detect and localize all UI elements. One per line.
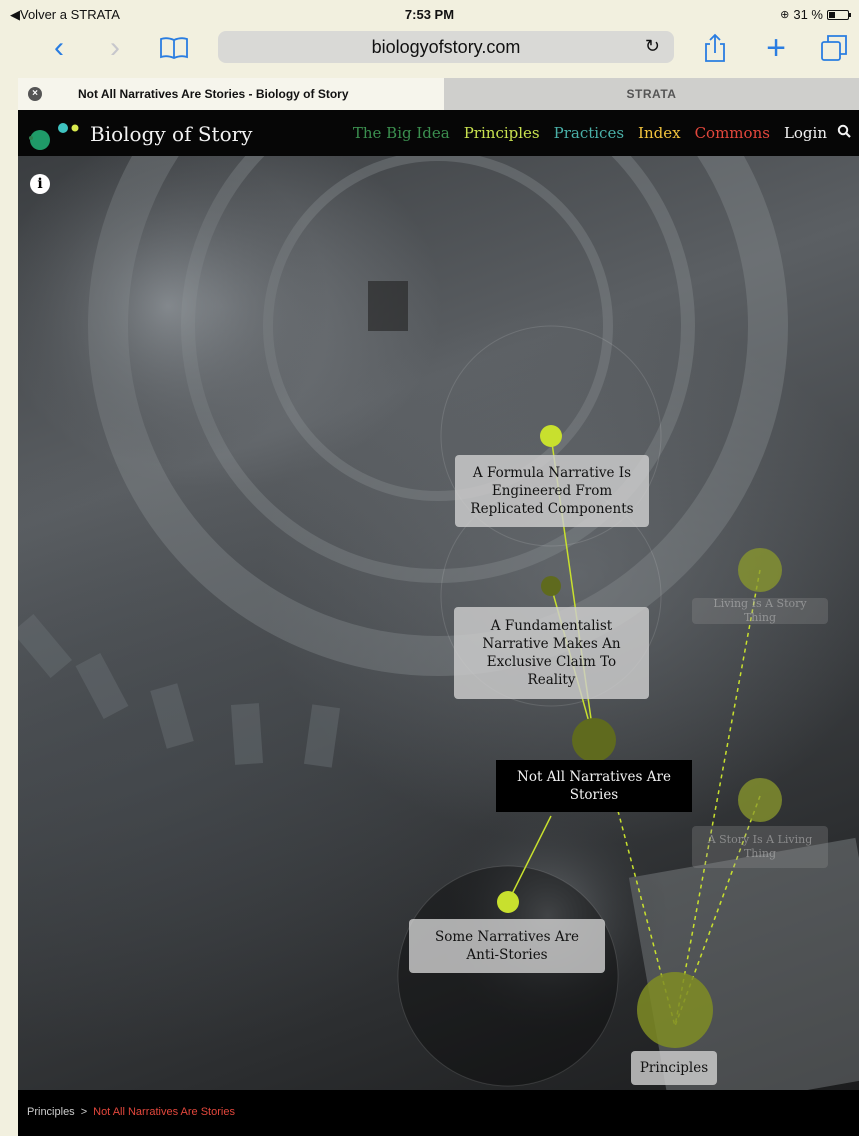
node-formula-narrative[interactable]: A Formula Narrative Is Engineered From R… <box>455 455 649 527</box>
node-dot-fundamentalist <box>541 576 561 596</box>
node-some-narratives-anti-stories[interactable]: Some Narratives Are Anti-Stories <box>409 919 605 973</box>
nav-commons[interactable]: Commons <box>695 124 770 142</box>
battery-status: ⊕ 31 % <box>780 7 851 22</box>
status-time: 7:53 PM <box>404 7 455 22</box>
new-tab-button[interactable]: + <box>758 28 794 67</box>
bookmarks-button[interactable] <box>156 30 192 66</box>
web-page: Biology of Story The Big Idea Principles… <box>18 110 859 1136</box>
node-a-story-is-a-living-thing[interactable]: A Story Is A Living Thing <box>692 826 828 868</box>
nav-big-idea[interactable]: The Big Idea <box>353 124 450 142</box>
reload-icon[interactable]: ↻ <box>645 36 660 57</box>
tab-strip: × Not All Narratives Are Stories - Biolo… <box>18 78 859 110</box>
breadcrumb: Principles > Not All Narratives Are Storie… <box>18 1090 859 1136</box>
back-button[interactable]: ‹ <box>44 30 74 66</box>
share-button[interactable] <box>700 30 730 66</box>
tabs-icon <box>821 35 847 61</box>
site-logo-text[interactable]: Biology of Story <box>90 122 252 146</box>
nav-practices[interactable]: Practices <box>554 124 624 142</box>
logo-icon[interactable] <box>28 116 84 152</box>
node-living-is-a-story-thing[interactable]: Living Is A Story Thing <box>692 597 828 624</box>
book-icon <box>160 37 188 59</box>
main-nav: The Big Idea Principles Practices Index … <box>353 124 851 142</box>
node-dot-principles <box>637 972 713 1048</box>
node-dot-living <box>738 548 782 592</box>
plus-icon: + <box>766 28 786 67</box>
node-dot-current <box>572 718 616 762</box>
nav-principles[interactable]: Principles <box>464 124 540 142</box>
node-dot-anti <box>497 891 519 913</box>
node-dot-formula <box>540 425 562 447</box>
nav-index[interactable]: Index <box>638 124 681 142</box>
forward-button[interactable]: › <box>100 30 130 66</box>
node-fundamentalist-narrative[interactable]: A Fundamentalist Narrative Makes An Excl… <box>454 607 649 699</box>
url-text: biologyofstory.com <box>371 36 521 57</box>
tab-title: STRATA <box>626 87 677 101</box>
node-dot-story-living <box>738 778 782 822</box>
status-bar: ◀Volver a STRATA 7:53 PM ⊕ 31 % <box>0 0 859 26</box>
chevron-left-icon: ‹ <box>54 31 64 64</box>
story-map[interactable]: i A Formula Narrative Is Engineered From… <box>18 156 859 1090</box>
breadcrumb-separator: > <box>80 1106 88 1118</box>
browser-toolbar: ‹ › biologyofstory.com ↻ + <box>0 26 859 72</box>
battery-percent: 31 % <box>793 7 823 22</box>
close-tab-icon[interactable]: × <box>28 87 42 101</box>
rotation-lock-icon: ⊕ <box>780 9 790 21</box>
tabs-overview-button[interactable] <box>818 30 850 66</box>
tab-biology-of-story[interactable]: × Not All Narratives Are Stories - Biolo… <box>18 78 444 110</box>
tab-title: Not All Narratives Are Stories - Biology… <box>78 87 349 101</box>
breadcrumb-root[interactable]: Principles <box>27 1106 75 1118</box>
nav-login[interactable]: Login <box>784 124 827 142</box>
address-bar[interactable]: biologyofstory.com ↻ <box>218 31 674 63</box>
tab-strata[interactable]: STRATA <box>444 78 859 110</box>
battery-icon <box>827 9 851 20</box>
site-header: Biology of Story The Big Idea Principles… <box>18 110 859 156</box>
node-principles[interactable]: Principles <box>631 1051 717 1085</box>
chevron-right-icon: › <box>110 31 120 64</box>
share-icon <box>705 33 725 62</box>
node-current-not-all-narratives[interactable]: Not All Narratives Are Stories <box>496 760 692 812</box>
breadcrumb-current: Not All Narratives Are Stories <box>93 1106 235 1118</box>
search-icon[interactable] <box>837 124 851 142</box>
